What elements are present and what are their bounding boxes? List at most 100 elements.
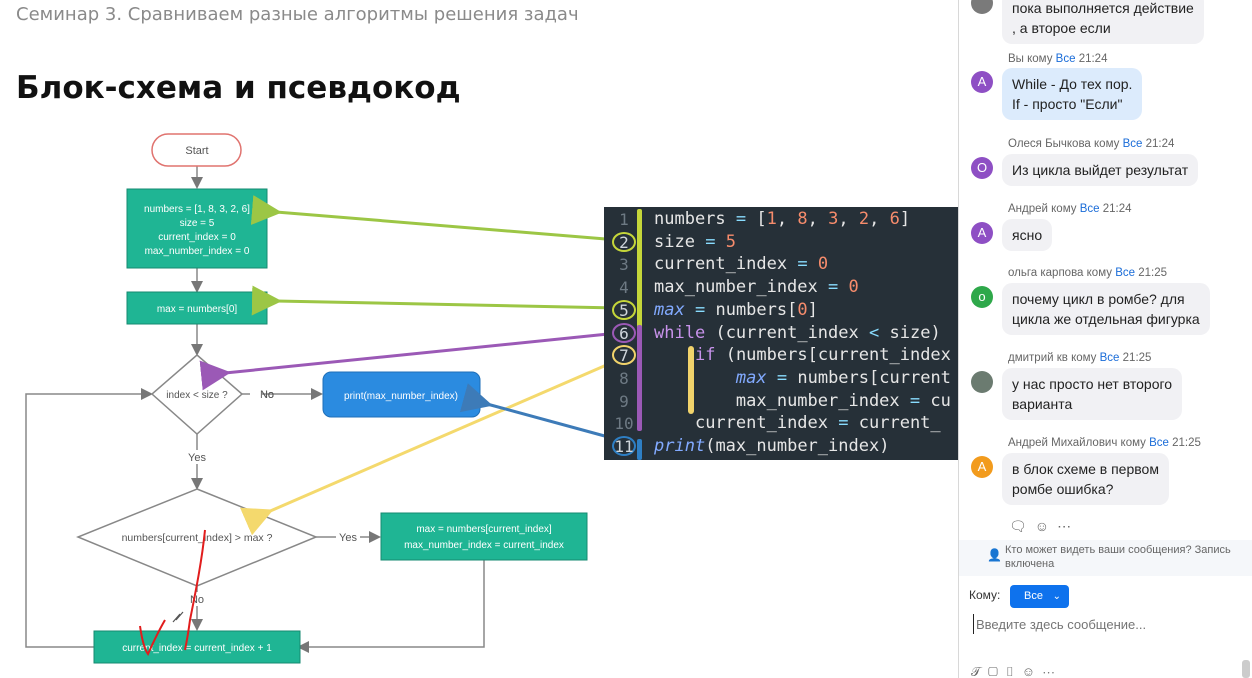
- presentation-slide: Семинар 3. Сравниваем разные алгоритмы р…: [0, 0, 958, 678]
- message-text: ясно: [1012, 227, 1043, 243]
- scrollbar[interactable]: [1242, 660, 1250, 678]
- message-bubble[interactable]: ясно: [1002, 219, 1053, 251]
- update-block: [380, 512, 588, 561]
- message-header: Андрей кому Все 21:24: [1008, 203, 1132, 215]
- more-icon[interactable]: ⋯: [1057, 518, 1079, 534]
- privacy-notice[interactable]: Кто может видеть ваши сообщения? Запись …: [1005, 543, 1252, 571]
- code-line: 8 max = numbers[current: [604, 367, 958, 390]
- code-text: max = numbers[current: [735, 367, 951, 388]
- start-label: Start: [185, 145, 208, 157]
- code-text: if (numbers[current_index: [694, 345, 951, 366]
- yes-label: Yes: [339, 532, 357, 544]
- pointer-arrow-green: [250, 195, 619, 242]
- message-input[interactable]: [973, 614, 1243, 634]
- message-text: Из цикла выйдет результат: [1012, 162, 1189, 178]
- update-line: max = numbers[current_index]: [416, 524, 552, 535]
- recipient-select[interactable]: Все ⌄: [1010, 585, 1069, 608]
- line-number: 2: [612, 231, 636, 252]
- message-text: в блок схеме в первом: [1012, 461, 1159, 477]
- line-number: 4: [619, 278, 629, 298]
- avatar[interactable]: [971, 371, 993, 393]
- code-panel: 1 numbers = [1, 8, 3, 2, 6] 2 size = 5 3 curr…: [604, 207, 958, 460]
- message-text: пока выполняется действие: [1012, 0, 1194, 16]
- line-number: 6: [612, 322, 636, 343]
- yes-label: Yes: [188, 452, 206, 464]
- loop-condition-label: index < size ?: [166, 390, 228, 401]
- message-header: Андрей Михайлович кому Все 21:25: [1008, 437, 1201, 449]
- line-number: 5: [612, 299, 636, 320]
- code-text: size = 5: [654, 231, 736, 252]
- emoji-reaction-icon[interactable]: ☺: [1035, 518, 1057, 534]
- code-text: max_number_index = cu: [735, 390, 951, 411]
- message-text: While - До тех пор.: [1012, 76, 1133, 92]
- chat-panel: пока выполняется действие , а второе если…: [958, 0, 1252, 678]
- code-line: 2 size = 5: [604, 231, 958, 254]
- compare-condition-label: numbers[current_index] > max ?: [122, 532, 273, 544]
- pen-cursor-icon: [172, 611, 184, 623]
- message-bubble[interactable]: пока выполняется действие , а второе если: [1002, 0, 1204, 44]
- message-text: If - просто "Если": [1012, 96, 1123, 112]
- print-label: print(max_number_index): [344, 391, 458, 402]
- message-header: Олеся Бычкова кому Все 21:24: [1008, 138, 1175, 150]
- code-line: 6 while (current_index < size): [604, 322, 958, 345]
- code-text: max_number_index = 0: [654, 277, 859, 298]
- message-bubble[interactable]: Из цикла выйдет результат: [1002, 154, 1199, 186]
- avatar[interactable]: [971, 0, 993, 14]
- message-bubble[interactable]: почему цикл в ромбе? для цикла же отдельн…: [1002, 283, 1210, 335]
- message-text: ромбе ошибка?: [1012, 481, 1114, 497]
- line-number: 8: [619, 368, 629, 388]
- message-text: у нас просто нет второго: [1012, 376, 1173, 392]
- more-options-icon[interactable]: ⋯: [1042, 664, 1062, 678]
- code-line: 10 current_index = current_: [604, 412, 958, 435]
- line-number: 3: [619, 255, 629, 275]
- composer-toolbar: 𝒯▢▯☺⋯: [971, 664, 1062, 678]
- avatar[interactable]: o: [971, 286, 993, 308]
- chevron-down-icon: ⌄: [1052, 591, 1061, 602]
- update-line: max_number_index = current_index: [404, 540, 564, 551]
- message-header: дмитрий кв кому Все 21:25: [1008, 352, 1152, 364]
- pointer-arrow-green: [251, 285, 619, 316]
- reply-icon[interactable]: 🗨: [1009, 518, 1035, 534]
- code-line: 11 print(max_number_index): [604, 435, 958, 458]
- avatar[interactable]: O: [971, 157, 993, 179]
- pointer-arrow-blue: [459, 383, 613, 440]
- emoji-icon[interactable]: ☺: [1022, 664, 1042, 678]
- code-text: current_index = 0: [654, 254, 829, 275]
- no-label: No: [260, 389, 274, 401]
- line-number: 11: [612, 436, 636, 456]
- message-bubble[interactable]: While - До тех пор. If - просто "Если": [1002, 68, 1143, 120]
- message-header: Вы кому Все 21:24: [1008, 53, 1108, 65]
- line-number: 9: [619, 391, 629, 411]
- init-line: size = 5: [180, 218, 215, 229]
- line-number: 1: [619, 210, 629, 229]
- code-text: max = numbers[0]: [654, 299, 818, 320]
- recipient-label: Кому:: [969, 588, 1001, 602]
- line-number: 10: [614, 414, 634, 434]
- file-icon[interactable]: ▯: [1005, 664, 1022, 678]
- init-line: current_index = 0: [158, 232, 236, 243]
- message-text: , а второе если: [1012, 20, 1111, 36]
- code-text: numbers = [1, 8, 3, 2, 6]: [654, 209, 911, 229]
- message-bubble[interactable]: у нас просто нет второго варианта: [1002, 368, 1183, 420]
- message-header: ольга карпова кому Все 21:25: [1008, 267, 1167, 279]
- init-line: max_number_index = 0: [145, 246, 250, 257]
- no-label: No: [190, 594, 204, 606]
- avatar[interactable]: A: [971, 222, 993, 244]
- init-line: numbers = [1, 8, 3, 2, 6]: [144, 204, 250, 215]
- code-line: 7 if (numbers[current_index: [604, 344, 958, 367]
- max-assign-label: max = numbers[0]: [157, 304, 238, 315]
- screenshot-icon[interactable]: ▢: [988, 664, 1005, 678]
- message-text: варианта: [1012, 396, 1073, 412]
- message-bubble[interactable]: в блок схеме в первом ромбе ошибка?: [1002, 453, 1169, 505]
- avatar[interactable]: A: [971, 71, 993, 93]
- line-number: 7: [612, 345, 636, 366]
- code-line: 3 current_index = 0: [604, 253, 958, 276]
- code-line: 4 max_number_index = 0: [604, 276, 958, 299]
- people-icon: 👤: [987, 548, 1002, 562]
- avatar[interactable]: A: [971, 456, 993, 478]
- code-line: 1 numbers = [1, 8, 3, 2, 6]: [604, 208, 958, 231]
- recipient-value: Все: [1024, 590, 1043, 602]
- format-icon[interactable]: 𝒯: [971, 664, 988, 678]
- code-line: 5 max = numbers[0]: [604, 299, 958, 322]
- pointer-arrow-purple: [199, 331, 619, 391]
